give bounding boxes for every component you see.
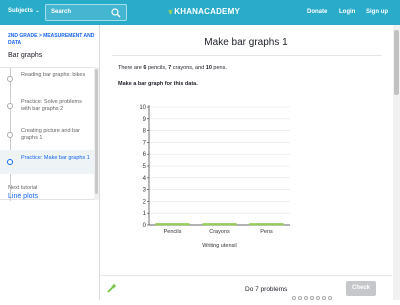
list-item[interactable]: Reading bar graphs: bikes — [0, 72, 94, 94]
y-tick-label: 5 — [143, 164, 147, 170]
progress-dots — [292, 287, 334, 300]
search-icon[interactable] — [111, 8, 121, 18]
list-item-label: Practice: Solve problems with bar graphs… — [21, 99, 82, 112]
list-item[interactable]: Creating picture and bar graphs 1 — [0, 128, 94, 150]
y-tick-label: 0 — [143, 223, 147, 229]
list-item[interactable]: Practice: Solve problems with bar graphs… — [0, 99, 94, 121]
problem-prompt: There are 6 pencils, 7 crayons, and 10 p… — [118, 65, 227, 71]
list-item-active[interactable]: Practice: Make bar graphs 1 — [0, 150, 94, 174]
leaf-icon: ❦ — [168, 10, 174, 16]
progress-dot — [292, 296, 296, 300]
progress-dot — [298, 296, 302, 300]
bar-graph-editor[interactable]: 0 1 2 3 4 5 6 7 8 9 10 Pencils Crayons Pens Writing ut… — [140, 100, 300, 255]
prompt-text: pens. — [211, 65, 227, 71]
progress-dot — [322, 296, 326, 300]
progress-dot — [316, 296, 320, 300]
next-tutorial-link[interactable]: Line plots — [8, 193, 38, 200]
progress-dot — [328, 296, 332, 300]
login-link[interactable]: Login — [339, 9, 355, 15]
prompt-text: There are — [118, 65, 144, 71]
y-tick-label: 3 — [143, 188, 147, 194]
y-tick-label: 1 — [143, 211, 147, 217]
bar[interactable] — [249, 223, 284, 226]
check-button[interactable]: Check — [346, 281, 376, 296]
subjects-menu-button[interactable]: Subjects ⌄ — [8, 8, 40, 14]
exercise-status-icon — [7, 159, 13, 165]
y-tick-label: 10 — [140, 105, 147, 111]
divider — [112, 55, 382, 56]
search-input[interactable]: Search — [45, 4, 127, 21]
tutorial-item-list: Reading bar graphs: bikes Practice: Solv… — [0, 67, 94, 201]
top-navigation-bar: Subjects ⌄ Search ❦KHANACADEMY Donate Lo… — [0, 0, 400, 25]
x-tick-label: Crayons — [209, 229, 230, 235]
list-item-label: Practice: Make bar graphs 1 — [21, 155, 90, 161]
next-tutorial-label: Next tutorial — [8, 185, 38, 191]
page-title: Make bar graphs 1 — [204, 37, 288, 48]
chevron-down-icon: ⌄ — [34, 8, 40, 14]
prompt-text: pencils, — [146, 65, 169, 71]
logo-text: KHANACADEMY — [174, 7, 240, 16]
video-status-icon — [7, 76, 13, 82]
list-item-label: Creating picture and bar graphs 1 — [21, 128, 81, 141]
page-scrollbar[interactable] — [393, 25, 400, 300]
exercise-footer: Do 7 problems Check — [100, 275, 392, 300]
x-tick-label: Pencils — [164, 229, 182, 235]
page-scrollbar-thumb[interactable] — [394, 30, 399, 95]
progress-dot — [304, 296, 308, 300]
video-status-icon — [7, 132, 13, 138]
khan-academy-logo[interactable]: ❦KHANACADEMY — [168, 7, 240, 16]
scrollbar-thumb[interactable] — [95, 69, 98, 194]
search-placeholder: Search — [51, 9, 72, 15]
y-tick-label: 2 — [143, 199, 147, 205]
exercise-status-icon — [7, 103, 13, 109]
signup-link[interactable]: Sign up — [366, 9, 388, 15]
list-item-label: Reading bar graphs: bikes — [21, 72, 86, 78]
subjects-label: Subjects — [8, 8, 34, 14]
y-tick-label: 7 — [143, 140, 147, 146]
y-tick-label: 4 — [143, 176, 147, 182]
hint-sparkle-icon[interactable] — [106, 282, 118, 294]
y-tick-label: 8 — [143, 129, 147, 135]
breadcrumb[interactable]: 2ND GRADE > MEASUREMENT AND DATA — [8, 33, 98, 46]
prompt-text: crayons, and — [171, 65, 206, 71]
y-tick-label: 9 — [143, 117, 147, 123]
bar[interactable] — [202, 223, 237, 226]
bar[interactable] — [155, 223, 190, 226]
sidebar-scrollbar[interactable] — [94, 67, 99, 200]
x-axis-label: Writing utensil — [202, 243, 236, 249]
progress-dot — [310, 296, 314, 300]
section-title: Bar graphs — [8, 52, 43, 59]
donate-link[interactable]: Donate — [307, 9, 327, 15]
problem-count-label: Do 7 problems — [245, 286, 288, 293]
tutorial-sidebar: 2ND GRADE > MEASUREMENT AND DATA Bar gra… — [0, 25, 100, 300]
x-tick-label: Pens — [260, 229, 273, 235]
instruction-text: Make a bar graph for this data. — [118, 81, 198, 87]
y-tick-label: 6 — [143, 152, 147, 158]
